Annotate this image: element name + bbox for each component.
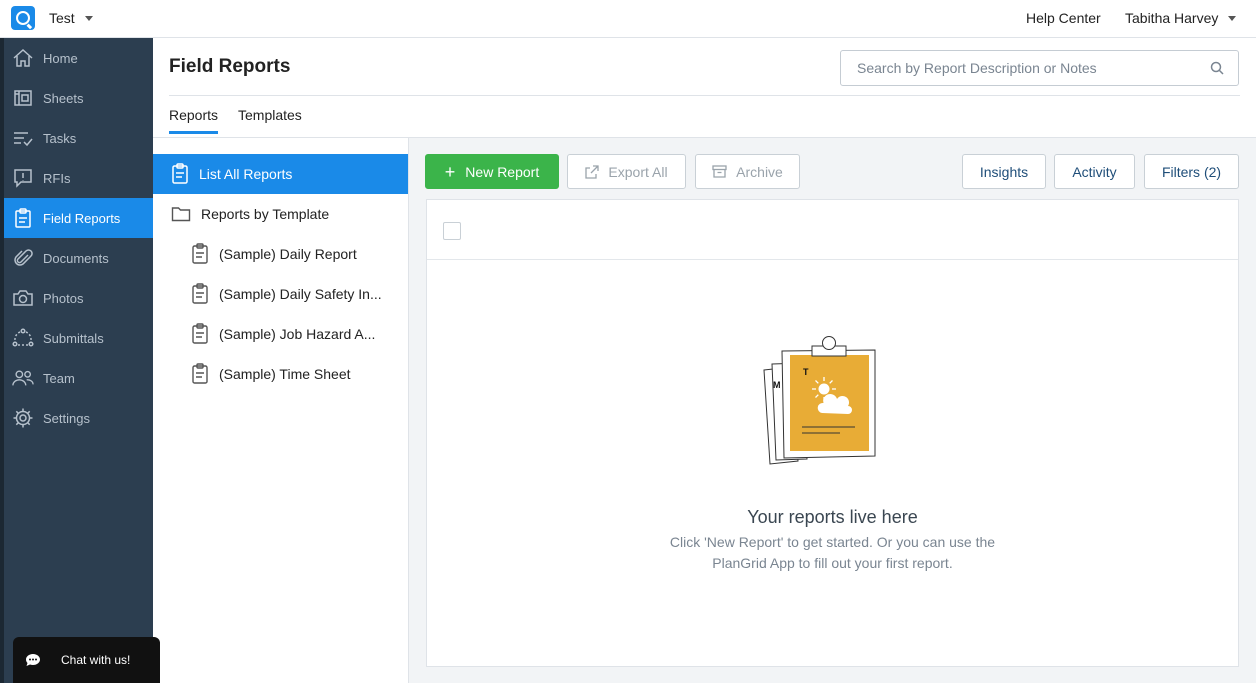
project-name: Test xyxy=(49,10,75,26)
sidebar-item-tasks[interactable]: Tasks xyxy=(4,118,153,158)
search-icon[interactable] xyxy=(1210,61,1224,80)
chevron-down-icon xyxy=(1228,15,1237,21)
tasks-icon xyxy=(12,127,34,149)
subnav-template-item[interactable]: (Sample) Daily Safety In... xyxy=(153,274,408,314)
plus-icon: + xyxy=(444,161,456,182)
subnav-reports-by-template[interactable]: Reports by Template xyxy=(153,194,408,234)
chat-widget-button[interactable]: Chat with us! xyxy=(13,637,160,683)
user-menu[interactable]: Tabitha Harvey xyxy=(1125,10,1237,26)
empty-reports-illustration: M T xyxy=(763,336,876,465)
button-label: New Report xyxy=(465,163,540,180)
team-icon xyxy=(12,367,34,389)
subnav-label: Reports by Template xyxy=(201,206,330,222)
archive-icon xyxy=(712,165,727,178)
reports-content: + New Report Export All Archive Insights… xyxy=(409,137,1256,683)
sun-icon xyxy=(818,383,830,395)
main-sidebar: Home Sheets Tasks RFIs Field Reports Doc… xyxy=(0,38,153,683)
insights-button[interactable]: Insights xyxy=(962,154,1046,189)
chat-bubble-icon xyxy=(25,653,41,667)
sidebar-item-sheets[interactable]: Sheets xyxy=(4,78,153,118)
sidebar-item-submittals[interactable]: Submittals xyxy=(4,318,153,358)
empty-state-description: Click 'New Report' to get started. Or yo… xyxy=(669,534,996,571)
submittals-icon xyxy=(12,327,34,349)
subnav-label: List All Reports xyxy=(199,166,293,182)
user-name: Tabitha Harvey xyxy=(1125,10,1219,26)
subnav-template-item[interactable]: (Sample) Daily Report xyxy=(153,234,408,274)
tab-reports[interactable]: Reports xyxy=(169,107,219,134)
chat-label: Chat with us! xyxy=(61,653,131,667)
clipboard-icon xyxy=(12,207,34,229)
tab-templates[interactable]: Templates xyxy=(238,107,302,131)
illustration-clip-ring xyxy=(822,336,836,350)
reports-subnav: List All Reports Reports by Template (Sa… xyxy=(153,137,409,683)
empty-state-title: Your reports live here xyxy=(747,507,918,527)
help-center-link[interactable]: Help Center xyxy=(1026,10,1101,26)
clipboard-icon xyxy=(191,283,209,305)
gear-icon xyxy=(12,407,34,429)
sidebar-item-rfis[interactable]: RFIs xyxy=(4,158,153,198)
paperclip-icon xyxy=(12,247,34,269)
illustration-letter-t: T xyxy=(803,367,809,377)
sidebar-item-settings[interactable]: Settings xyxy=(4,398,153,438)
subnav-label: (Sample) Job Hazard A... xyxy=(219,326,376,342)
filters-button[interactable]: Filters (2) xyxy=(1144,154,1239,189)
illustration-letter-m: M xyxy=(773,380,781,390)
sidebar-item-label: Settings xyxy=(43,410,90,426)
clipboard-icon xyxy=(191,363,209,385)
button-label: Export All xyxy=(608,163,668,180)
sidebar-item-label: Field Reports xyxy=(43,210,121,226)
sidebar-item-home[interactable]: Home xyxy=(4,38,153,78)
top-bar: Test Help Center Tabitha Harvey xyxy=(0,0,1256,38)
select-all-checkbox[interactable] xyxy=(443,222,461,240)
chevron-down-icon xyxy=(84,15,93,21)
sidebar-item-photos[interactable]: Photos xyxy=(4,278,153,318)
clipboard-icon xyxy=(171,163,189,185)
page-title: Field Reports xyxy=(169,56,291,77)
project-switcher[interactable]: Test xyxy=(49,10,93,26)
clipboard-icon xyxy=(191,323,209,345)
subnav-template-item[interactable]: (Sample) Time Sheet xyxy=(153,354,408,394)
sheets-icon xyxy=(12,87,34,109)
new-report-button[interactable]: + New Report xyxy=(425,154,559,189)
search-box[interactable] xyxy=(840,50,1239,86)
activity-button[interactable]: Activity xyxy=(1054,154,1135,189)
search-input[interactable] xyxy=(857,60,1197,76)
sidebar-item-team[interactable]: Team xyxy=(4,358,153,398)
sidebar-item-label: Tasks xyxy=(43,130,77,146)
sidebar-item-label: RFIs xyxy=(43,170,71,186)
folder-icon xyxy=(171,206,191,222)
clipboard-icon xyxy=(191,243,209,265)
sidebar-item-label: Sheets xyxy=(43,90,84,106)
subnav-template-item[interactable]: (Sample) Job Hazard A... xyxy=(153,314,408,354)
home-icon xyxy=(12,47,34,69)
sidebar-item-label: Team xyxy=(43,370,75,386)
sidebar-item-label: Photos xyxy=(43,290,84,306)
subnav-label: (Sample) Daily Report xyxy=(219,246,357,262)
camera-icon xyxy=(12,287,34,309)
button-label: Archive xyxy=(736,163,783,180)
reports-panel: M T Your reports live here Click 'New Re… xyxy=(426,199,1239,667)
header-divider xyxy=(169,95,1240,96)
sidebar-item-documents[interactable]: Documents xyxy=(4,238,153,278)
sidebar-item-label: Submittals xyxy=(43,330,104,346)
rfi-icon xyxy=(12,167,34,189)
sidebar-item-label: Documents xyxy=(43,250,109,266)
sidebar-item-field-reports[interactable]: Field Reports xyxy=(4,198,153,238)
table-header-row xyxy=(427,200,1238,260)
subnav-label: (Sample) Daily Safety In... xyxy=(219,286,382,302)
export-all-button[interactable]: Export All xyxy=(567,154,686,189)
export-icon xyxy=(585,164,600,179)
subnav-label: (Sample) Time Sheet xyxy=(219,366,351,382)
archive-button[interactable]: Archive xyxy=(695,154,800,189)
subnav-list-all-reports[interactable]: List All Reports xyxy=(153,154,408,194)
plangrid-logo-icon[interactable] xyxy=(11,6,35,30)
sidebar-item-label: Home xyxy=(43,50,78,66)
